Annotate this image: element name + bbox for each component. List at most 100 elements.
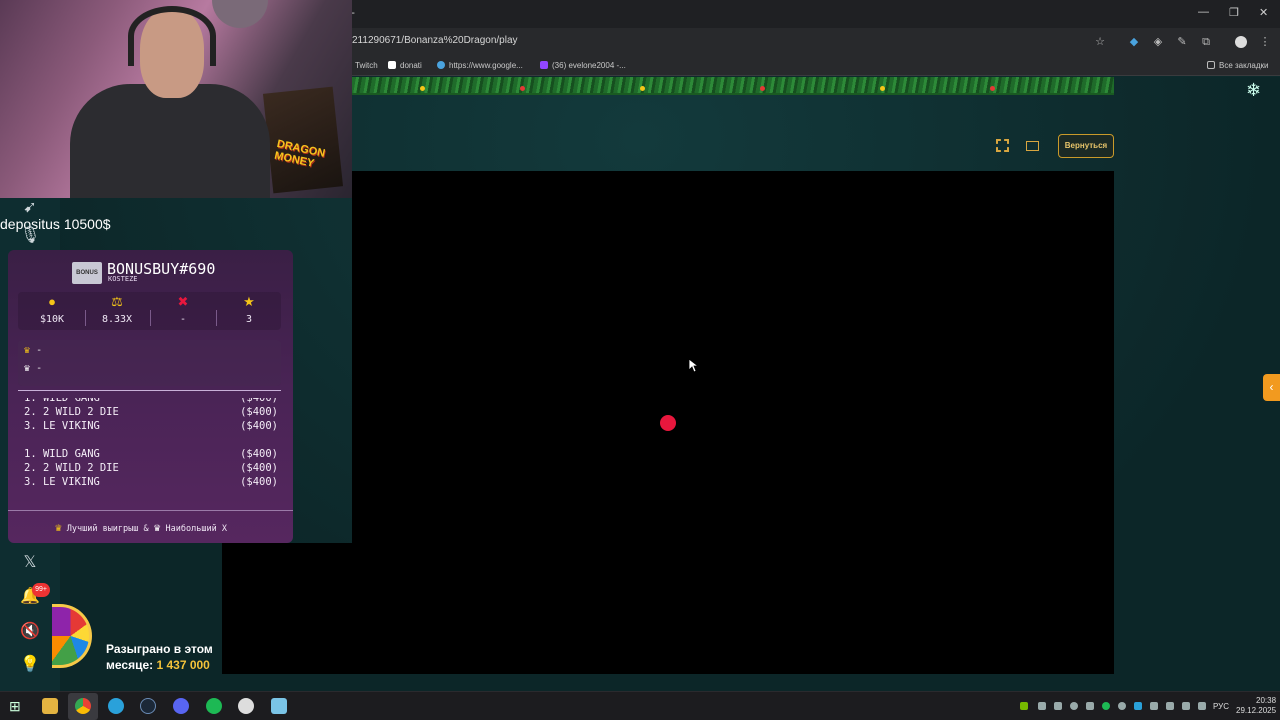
- webcam-feed: DRAGON MONEY: [0, 0, 352, 198]
- poster: [262, 86, 344, 194]
- profile-avatar[interactable]: [1235, 36, 1247, 48]
- tray-icon[interactable]: [1118, 702, 1126, 710]
- telegram-tray-icon[interactable]: [1134, 702, 1142, 710]
- nvidia-icon[interactable]: [1020, 702, 1028, 710]
- minimize-button[interactable]: —: [1198, 6, 1209, 18]
- mouse-cursor: [688, 358, 698, 373]
- garland-bulb: [420, 86, 425, 91]
- raffle-amount: 1 437 000: [156, 658, 210, 672]
- garland-bulb: [640, 86, 645, 91]
- restore-button[interactable]: ❐: [1229, 6, 1239, 19]
- file-explorer-icon[interactable]: [42, 698, 58, 714]
- snowflake-icon: ❄: [1246, 80, 1262, 100]
- silver-crown-icon: ♛: [153, 521, 161, 534]
- stat-value: 3: [245, 314, 253, 325]
- game-iframe[interactable]: [352, 171, 1114, 674]
- stat-count: ★ 3: [218, 294, 280, 325]
- garland-bulb: [520, 86, 525, 91]
- raffle-text: Разыграно в этом месяце: 1 437 000: [106, 641, 213, 673]
- tray-icon[interactable]: [1086, 702, 1094, 710]
- lamp-icon[interactable]: 💡: [20, 655, 40, 675]
- extension-3-icon[interactable]: ✎: [1176, 36, 1188, 48]
- network-icon[interactable]: [1182, 702, 1190, 710]
- star-bookmark-icon[interactable]: ☆: [1094, 36, 1106, 48]
- gold-crown-icon: ♛: [24, 345, 31, 356]
- obs-icon[interactable]: [238, 698, 254, 714]
- side-panel-toggle[interactable]: ‹: [1263, 374, 1280, 401]
- return-button[interactable]: Вернуться: [1058, 134, 1114, 158]
- window-mode-icon[interactable]: [1026, 141, 1039, 151]
- bonus-subtitle: KOSTEZE: [108, 275, 138, 283]
- loading-dot: [660, 415, 676, 431]
- tray-icon[interactable]: [1166, 702, 1174, 710]
- star-icon: ★: [243, 294, 255, 309]
- bookmark-google[interactable]: https://www.google...: [437, 61, 523, 70]
- folder-icon: [1207, 61, 1215, 69]
- stat-balance: ● $10K: [21, 294, 83, 325]
- extension-icon[interactable]: ◆: [1128, 36, 1140, 48]
- divider: [8, 510, 293, 511]
- gold-crown-icon: ♛: [55, 521, 62, 534]
- list-item: 1. WILD GANG ($400): [24, 448, 278, 460]
- tray-icon[interactable]: [1070, 702, 1078, 710]
- fullscreen-icon[interactable]: [996, 139, 1009, 152]
- stat-value: $10K: [39, 314, 65, 325]
- discord-icon[interactable]: [173, 698, 189, 714]
- garland-bulb: [990, 86, 995, 91]
- menu-icon[interactable]: ⋮: [1259, 36, 1271, 48]
- list-item: 2. 2 WILD 2 DIE ($400): [24, 462, 278, 474]
- mic-icon: 🎙: [20, 227, 41, 244]
- bookmark-evelone[interactable]: (36) evelone2004 -...: [540, 61, 626, 70]
- clock[interactable]: 20:38 29.12.2025: [1236, 696, 1276, 716]
- cross-icon: ✖: [177, 294, 189, 309]
- bonus-logo: BONUS: [72, 262, 102, 284]
- notepad-icon[interactable]: [271, 698, 287, 714]
- bonus-list: 1. WILD GANG ($400) 2. 2 WILD 2 DIE ($400)…: [18, 392, 281, 504]
- garland-bulb: [880, 86, 885, 91]
- divider: [18, 390, 281, 391]
- steam-icon[interactable]: [140, 698, 156, 714]
- puzzle-icon[interactable]: ⧉: [1200, 36, 1212, 48]
- x-twitter-icon[interactable]: 𝕏: [20, 553, 40, 573]
- telegram-icon[interactable]: [108, 698, 124, 714]
- mic-tray-icon[interactable]: [1150, 702, 1158, 710]
- mute-icon[interactable]: 🔇: [20, 622, 40, 642]
- extension-2-icon[interactable]: ◈: [1152, 36, 1164, 48]
- coin-icon: ●: [48, 294, 56, 309]
- garland-bulb: [760, 86, 765, 91]
- spotify-icon[interactable]: [206, 698, 222, 714]
- list-item: 1. WILD GANG ($400): [24, 392, 278, 404]
- headset: [128, 6, 216, 66]
- chrome-icon[interactable]: [75, 698, 91, 714]
- url-text[interactable]: 211290671/Bonanza%20Dragon/play: [352, 35, 518, 46]
- notification-badge: 99+: [32, 583, 50, 597]
- location-icon: [437, 61, 445, 69]
- rocket-icon: ➹: [23, 199, 37, 216]
- streamer-body: [70, 84, 270, 198]
- raffle-line: месяце:: [106, 658, 154, 672]
- game-frame-left: [222, 543, 352, 674]
- clock-time: 20:38: [1256, 696, 1277, 705]
- bookmark-twitch[interactable]: Twitch: [355, 61, 378, 70]
- windows-start-icon[interactable]: ⊞: [9, 698, 21, 715]
- bookmark-donati[interactable]: donati: [388, 61, 422, 70]
- best-x-row: ♛ -: [24, 363, 43, 374]
- clock-date: 29.12.2025: [1236, 706, 1277, 715]
- stat-value: 8.33X: [101, 314, 133, 325]
- stat-value: -: [179, 314, 187, 325]
- deposit-label: depositus 10500$: [0, 216, 111, 232]
- stat-multiplier: ⚖ 8.33X: [86, 294, 148, 325]
- best-win-row: ♛ -: [24, 345, 43, 356]
- language-indicator[interactable]: РУС: [1213, 702, 1229, 711]
- tray-icon[interactable]: [1054, 702, 1062, 710]
- tray-icon[interactable]: [1038, 702, 1046, 710]
- divider: [216, 310, 217, 326]
- all-bookmarks[interactable]: Все закладки: [1207, 61, 1268, 70]
- stat-losses: ✖ -: [152, 294, 214, 325]
- volume-icon[interactable]: [1198, 702, 1206, 710]
- spotify-tray-icon[interactable]: [1102, 702, 1110, 710]
- close-button[interactable]: ✕: [1259, 6, 1268, 19]
- bonus-legend: ♛ Лучший выигрыш & ♛ Наибольший Х: [55, 521, 227, 534]
- twitch-icon: [540, 61, 548, 69]
- best-results-box: [18, 340, 281, 386]
